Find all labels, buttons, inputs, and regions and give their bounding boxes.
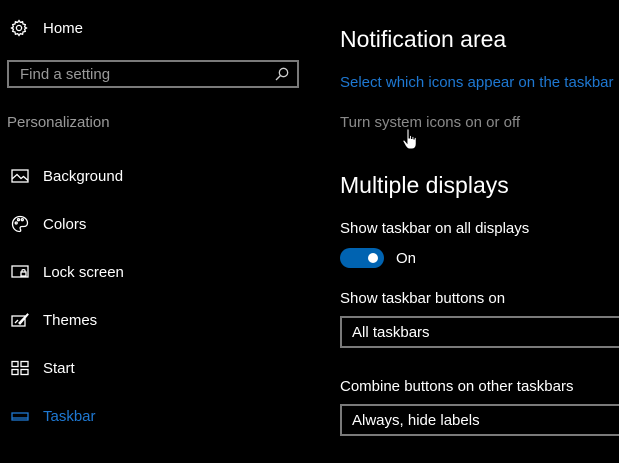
show-taskbar-label: Show taskbar on all displays: [340, 220, 530, 237]
sidebar-item-label: Start: [43, 359, 75, 377]
combine-buttons-dropdown[interactable]: Always, hide labels: [340, 404, 619, 436]
sidebar-nav: Background Colors Lock screen Themes Sta…: [0, 152, 320, 440]
show-taskbar-toggle[interactable]: [340, 248, 384, 268]
sidebar-item-themes[interactable]: Themes: [0, 296, 320, 344]
sidebar-item-start[interactable]: Start: [0, 344, 320, 392]
toggle-state-label: On: [396, 249, 417, 267]
sidebar-item-label: Colors: [43, 215, 87, 233]
taskbar-buttons-label: Show taskbar buttons on: [340, 290, 506, 307]
taskbar-buttons-dropdown[interactable]: All taskbars: [340, 316, 619, 348]
sidebar-item-background[interactable]: Background: [0, 152, 320, 200]
sidebar-item-taskbar[interactable]: Taskbar: [0, 392, 320, 440]
toggle-knob: [368, 253, 378, 263]
home-nav-item[interactable]: Home: [10, 15, 83, 41]
dropdown-value: All taskbars: [352, 323, 430, 341]
show-taskbar-toggle-row: On: [340, 248, 416, 268]
picture-icon: [11, 167, 29, 185]
sidebar-item-label: Background: [43, 167, 124, 185]
search-input[interactable]: [9, 62, 271, 86]
sidebar-item-label: Lock screen: [43, 263, 124, 281]
sidebar-item-colors[interactable]: Colors: [0, 200, 320, 248]
home-label: Home: [43, 19, 84, 37]
notification-area-heading: Notification area: [340, 26, 507, 52]
lock-screen-icon: [11, 263, 29, 281]
gear-icon: [10, 19, 28, 37]
palette-icon: [11, 215, 29, 233]
select-icons-link[interactable]: Select which icons appear on the taskbar: [340, 74, 614, 91]
search-box[interactable]: [7, 60, 299, 88]
sidebar-item-lock-screen[interactable]: Lock screen: [0, 248, 320, 296]
system-icons-link[interactable]: Turn system icons on or off: [340, 114, 520, 131]
hand-cursor-icon: [402, 128, 418, 152]
sidebar-item-label: Taskbar: [43, 407, 96, 425]
dropdown-value: Always, hide labels: [352, 411, 480, 429]
start-icon: [11, 359, 29, 377]
taskbar-icon: [11, 407, 29, 425]
section-label: Personalization: [7, 114, 110, 131]
main-content: Notification area Select which icons app…: [340, 0, 619, 463]
sidebar: Home Personalization Background: [0, 0, 320, 463]
themes-icon: [11, 311, 29, 329]
combine-buttons-label: Combine buttons on other taskbars: [340, 378, 574, 395]
search-icon[interactable]: [271, 63, 293, 85]
sidebar-item-label: Themes: [43, 311, 98, 329]
multiple-displays-heading: Multiple displays: [340, 172, 509, 198]
